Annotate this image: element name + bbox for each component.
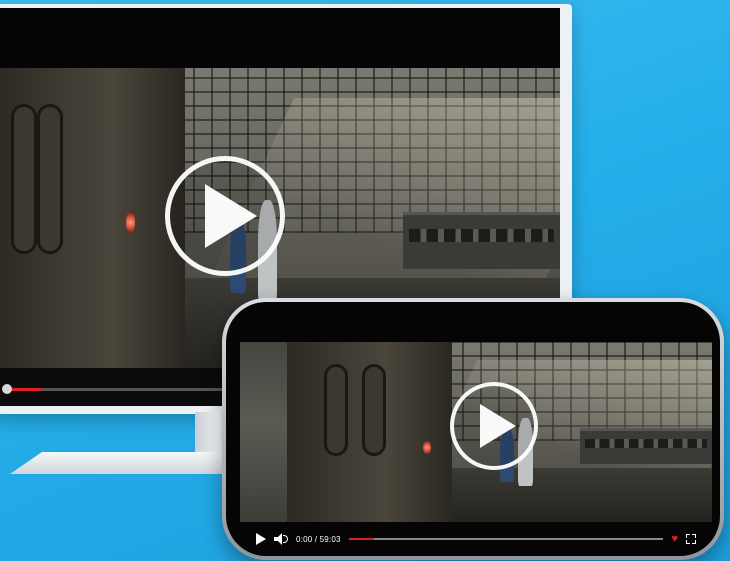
- phone-progress-bar[interactable]: [348, 538, 664, 540]
- play-icon: [480, 404, 516, 448]
- phone-control-bar: 0:00 / 59:03 ♥: [240, 522, 712, 556]
- heart-icon[interactable]: ♥: [671, 533, 678, 545]
- letterbox-top: [0, 8, 560, 68]
- time-display: 0:00 / 59:03: [296, 534, 341, 544]
- smartphone: 0:00 / 59:03 ♥: [222, 298, 724, 560]
- phone-video-player[interactable]: 0:00 / 59:03 ♥: [226, 302, 720, 556]
- phone-video-frame[interactable]: [240, 342, 712, 522]
- phone-play-overlay-button[interactable]: [450, 382, 538, 470]
- monitor-progress-fill: [10, 388, 41, 391]
- play-icon: [205, 184, 257, 248]
- fullscreen-icon[interactable]: [686, 534, 696, 544]
- monitor-progress-handle[interactable]: [2, 384, 12, 394]
- play-icon[interactable]: [256, 533, 266, 545]
- phone-progress-fill: [348, 538, 374, 540]
- train-image: [0, 68, 185, 368]
- volume-icon[interactable]: [274, 533, 288, 545]
- monitor-play-overlay-button[interactable]: [165, 156, 285, 276]
- monitor-progress-bar[interactable]: [2, 384, 230, 394]
- train-image: [287, 342, 453, 522]
